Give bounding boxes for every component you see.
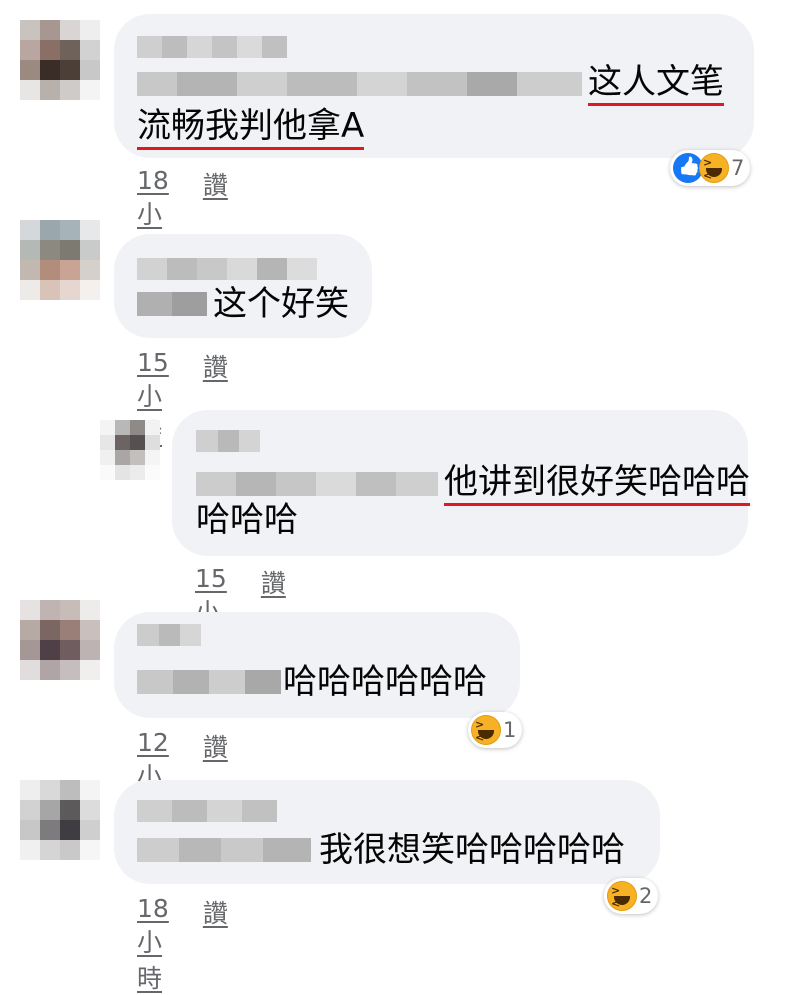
reaction-count: 2 [639, 884, 653, 908]
avatar[interactable] [20, 220, 100, 300]
comment-text-line-1: 这个好笑 [137, 284, 349, 324]
redacted-text [196, 472, 438, 496]
comment-text: 他讲到很好笑哈哈哈 [444, 462, 750, 506]
reaction-count: 7 [731, 156, 745, 180]
redacted-text [137, 838, 311, 862]
avatar[interactable] [20, 600, 100, 680]
reaction-count: 1 [503, 718, 517, 742]
haha-icon [471, 715, 501, 745]
avatar[interactable] [20, 20, 100, 100]
reaction-summary[interactable]: 1 [468, 712, 523, 748]
comment-text: 我很想笑哈哈哈哈哈 [319, 830, 625, 870]
like-button[interactable]: 讚 [203, 894, 228, 995]
comment-text: 哈哈哈哈哈哈 [283, 662, 487, 702]
comment-text-line-1: 我很想笑哈哈哈哈哈 [137, 830, 625, 870]
avatar[interactable] [100, 420, 160, 480]
reaction-summary[interactable]: 2 [604, 878, 659, 914]
author-name-redacted[interactable] [137, 258, 317, 280]
author-name-redacted[interactable] [137, 36, 287, 58]
reaction-summary[interactable]: 7 [670, 150, 751, 186]
redacted-text [137, 72, 582, 96]
comment-text-line-1: 哈哈哈哈哈哈 [137, 662, 487, 702]
author-name-redacted[interactable] [196, 430, 260, 452]
comment-meta: 18小時 讚 [137, 894, 228, 995]
avatar[interactable] [20, 780, 100, 860]
timestamp-link[interactable]: 18小時 [137, 894, 169, 995]
author-name-redacted[interactable] [137, 624, 201, 646]
haha-icon [607, 881, 637, 911]
author-name-redacted[interactable] [137, 800, 277, 822]
comment-text: 哈哈哈 [196, 500, 298, 540]
comment-text: 这个好笑 [213, 284, 349, 324]
comment-text-line-1: 这人文笔 [137, 62, 724, 106]
comment-text-line-2: 哈哈哈 [196, 500, 298, 540]
redacted-text [137, 670, 281, 694]
comment-text: 流畅我判他拿A [137, 106, 365, 150]
comment-text-line-2: 流畅我判他拿A [137, 106, 365, 150]
redacted-text [137, 292, 207, 316]
haha-icon [699, 153, 729, 183]
comment-text: 这人文笔 [588, 62, 724, 106]
